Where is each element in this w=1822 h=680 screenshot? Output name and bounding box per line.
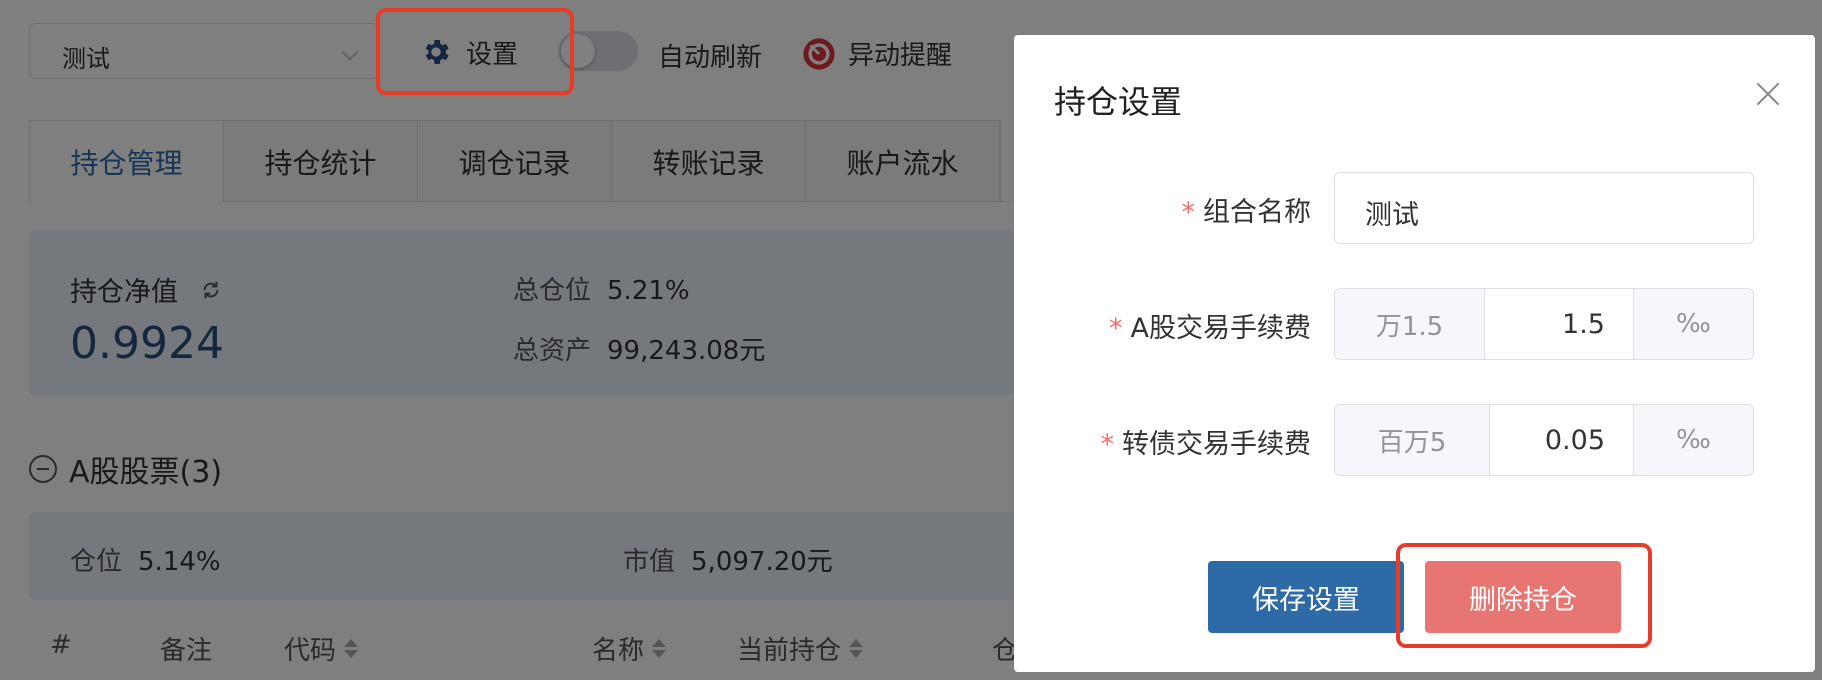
portfolio-name-value: 测试 bbox=[1365, 200, 1419, 231]
save-settings-button[interactable]: 保存设置 bbox=[1208, 561, 1404, 633]
delete-highlight-box bbox=[1396, 543, 1652, 648]
a-share-fee-prefix: 万1.5 bbox=[1335, 289, 1485, 359]
a-share-fee-input-group: 万1.5 1.5 ‰ bbox=[1334, 288, 1754, 360]
required-mark: * bbox=[1100, 429, 1115, 460]
field-label-bond-fee: * 转债交易手续费 bbox=[1101, 422, 1312, 461]
bond-fee-input[interactable]: 0.05 bbox=[1490, 405, 1633, 475]
required-mark: * bbox=[1109, 313, 1123, 344]
field-label-a-share-fee: * A股交易手续费 bbox=[1109, 306, 1311, 345]
close-icon[interactable] bbox=[1753, 79, 1783, 109]
bond-fee-prefix: 百万5 bbox=[1335, 405, 1490, 475]
field-label-portfolio-name: * 组合名称 bbox=[1182, 190, 1312, 229]
required-mark: * bbox=[1181, 197, 1196, 228]
bond-fee-input-group: 百万5 0.05 ‰ bbox=[1334, 404, 1754, 476]
dialog-title: 持仓设置 bbox=[1054, 83, 1183, 121]
field-label-text: A股交易手续费 bbox=[1130, 313, 1311, 344]
portfolio-name-input[interactable]: 测试 bbox=[1334, 172, 1754, 244]
settings-highlight-box bbox=[376, 8, 574, 95]
a-share-fee-input[interactable]: 1.5 bbox=[1485, 289, 1633, 359]
a-share-fee-suffix: ‰ bbox=[1633, 289, 1753, 359]
bond-fee-suffix: ‰ bbox=[1633, 405, 1753, 475]
field-label-text: 转债交易手续费 bbox=[1122, 429, 1311, 460]
field-label-text: 组合名称 bbox=[1203, 197, 1311, 228]
